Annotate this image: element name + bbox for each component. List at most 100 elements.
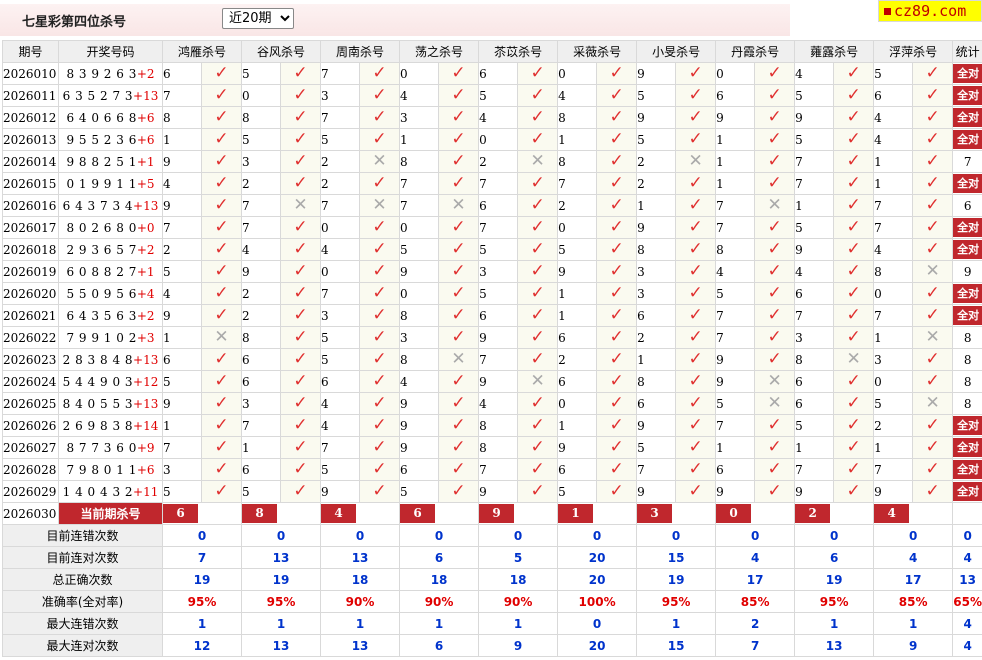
- summary-value: 0: [715, 524, 796, 547]
- kill-number-cell: 9: [794, 106, 835, 129]
- kill-number-cell: 5: [478, 238, 519, 261]
- kill-result-cell: ✓: [754, 260, 796, 283]
- summary-value: 19: [794, 568, 875, 591]
- check-icon: ✓: [293, 85, 308, 105]
- check-icon: ✓: [293, 239, 308, 259]
- check-icon: ✓: [609, 239, 624, 259]
- kill-number-cell: 5: [794, 84, 835, 107]
- kill-result-cell: ✓: [359, 392, 401, 415]
- check-icon: ✓: [688, 481, 703, 501]
- all-correct-badge: 全对: [953, 218, 982, 237]
- kill-number-cell: 1: [715, 128, 756, 151]
- kill-result-cell: ✓: [912, 194, 954, 217]
- draw-digits: 7 9 8 0 1 1: [66, 462, 137, 477]
- check-icon: ✓: [451, 239, 466, 259]
- kill-result-cell: ✓: [833, 84, 875, 107]
- check-icon: ✓: [372, 459, 387, 479]
- draw-number-cell: 8 7 7 3 6 0+9: [58, 436, 163, 459]
- check-icon: ✓: [372, 63, 387, 83]
- draw-digits: 8 3 9 2 6 3: [66, 66, 137, 81]
- period-range-select[interactable]: 近20期: [222, 8, 294, 29]
- col-header-expert[interactable]: 谷风杀号: [241, 40, 322, 63]
- all-correct-badge: 全对: [953, 86, 982, 105]
- check-icon: ✓: [925, 151, 940, 171]
- kill-number-cell: 3: [478, 260, 519, 283]
- kill-result-cell: ✓: [280, 150, 322, 173]
- current-period-row: 2026030 当前期杀号 6 8 4 6 9 1 3 0 2 4: [2, 502, 982, 525]
- check-icon: ✓: [688, 217, 703, 237]
- check-icon: ✓: [767, 217, 782, 237]
- cross-icon: ✕: [767, 393, 782, 413]
- summary-value: 17: [715, 568, 796, 591]
- kill-result-cell: ✓: [754, 458, 796, 481]
- check-icon: ✓: [293, 349, 308, 369]
- cross-icon: ✕: [372, 151, 387, 171]
- summary-total: 4: [952, 634, 982, 657]
- draw-digits: 9 8 8 2 5 1: [66, 154, 137, 169]
- check-icon: ✓: [530, 481, 545, 501]
- col-header-expert[interactable]: 鸿雁杀号: [161, 40, 243, 63]
- summary-value: 17: [873, 568, 954, 591]
- check-icon: ✓: [372, 217, 387, 237]
- current-kill-number: 6: [400, 504, 436, 523]
- draw-number-cell: 6 4 3 7 3 4+13: [58, 194, 163, 217]
- kill-result-cell: ✓: [596, 392, 638, 415]
- col-header-expert[interactable]: 丹霞杀号: [715, 40, 796, 63]
- kill-result-cell: ✓: [280, 392, 322, 415]
- kill-number-cell: 9: [241, 260, 282, 283]
- kill-number-cell: 6: [478, 62, 519, 85]
- kill-result-cell: ✓: [754, 326, 796, 349]
- kill-result-cell: ✓: [359, 62, 401, 85]
- check-icon: ✓: [530, 239, 545, 259]
- kill-number-cell: 8: [241, 106, 282, 129]
- kill-result-cell: ✓: [754, 238, 796, 261]
- all-correct-badge: 全对: [953, 130, 982, 149]
- site-logo[interactable]: cz89.com: [878, 0, 982, 22]
- kill-result-cell: ✓: [280, 326, 322, 349]
- col-header-expert[interactable]: 苶苡杀号: [478, 40, 559, 63]
- check-icon: ✓: [688, 415, 703, 435]
- check-icon: ✓: [925, 415, 940, 435]
- header-row: 期号 开奖号码 鸿雁杀号 谷风杀号 周南杀号 荡之杀号 苶苡杀号 采薇杀号 小旻杀号 丹霞杀号 蕹露…: [2, 40, 982, 63]
- check-icon: ✓: [925, 173, 940, 193]
- summary-value: 100%: [557, 590, 638, 613]
- col-header-expert[interactable]: 采薇杀号: [557, 40, 638, 63]
- kill-result-cell: ✓: [833, 128, 875, 151]
- summary-value: 0: [636, 524, 717, 547]
- kill-number-cell: 8: [636, 238, 677, 261]
- kill-result-cell: ✓: [280, 436, 322, 459]
- current-kill-number: 1: [558, 504, 594, 523]
- kill-result-cell: ✕: [754, 370, 796, 393]
- period-cell: 2026012: [2, 106, 59, 129]
- check-icon: ✓: [767, 327, 782, 347]
- col-header-expert[interactable]: 浮萍杀号: [873, 40, 954, 63]
- check-icon: ✓: [451, 371, 466, 391]
- stat-cell: 全对: [952, 128, 982, 151]
- kill-result-cell: ✓: [517, 414, 559, 437]
- draw-number-cell: 1 4 0 4 3 2+11: [58, 480, 163, 503]
- check-icon: ✓: [372, 173, 387, 193]
- summary-value: 4: [715, 546, 796, 569]
- kill-number-cell: 5: [162, 480, 202, 503]
- check-icon: ✓: [925, 437, 940, 457]
- kill-number-cell: 8: [715, 238, 756, 261]
- col-header-expert[interactable]: 荡之杀号: [399, 40, 480, 63]
- kill-number-cell: 4: [162, 282, 202, 305]
- check-icon: ✓: [925, 305, 940, 325]
- kill-number-cell: 1: [715, 172, 756, 195]
- check-icon: ✓: [293, 63, 308, 83]
- kill-number-cell: 0: [557, 62, 598, 85]
- col-header-expert[interactable]: 周南杀号: [320, 40, 401, 63]
- kill-number-cell: 9: [636, 216, 677, 239]
- col-header-expert[interactable]: 小旻杀号: [636, 40, 717, 63]
- period-cell: 2026023: [2, 348, 59, 371]
- stat-cell: 8: [952, 370, 982, 393]
- check-icon: ✓: [530, 173, 545, 193]
- kill-number-cell: 5: [794, 216, 835, 239]
- kill-number-cell: 4: [320, 238, 361, 261]
- cross-icon: ✕: [451, 195, 466, 215]
- kill-number-cell: 5: [873, 62, 914, 85]
- stat-cell: 全对: [952, 304, 982, 327]
- col-header-expert[interactable]: 蕹露杀号: [794, 40, 875, 63]
- kill-result-cell: ✓: [675, 282, 717, 305]
